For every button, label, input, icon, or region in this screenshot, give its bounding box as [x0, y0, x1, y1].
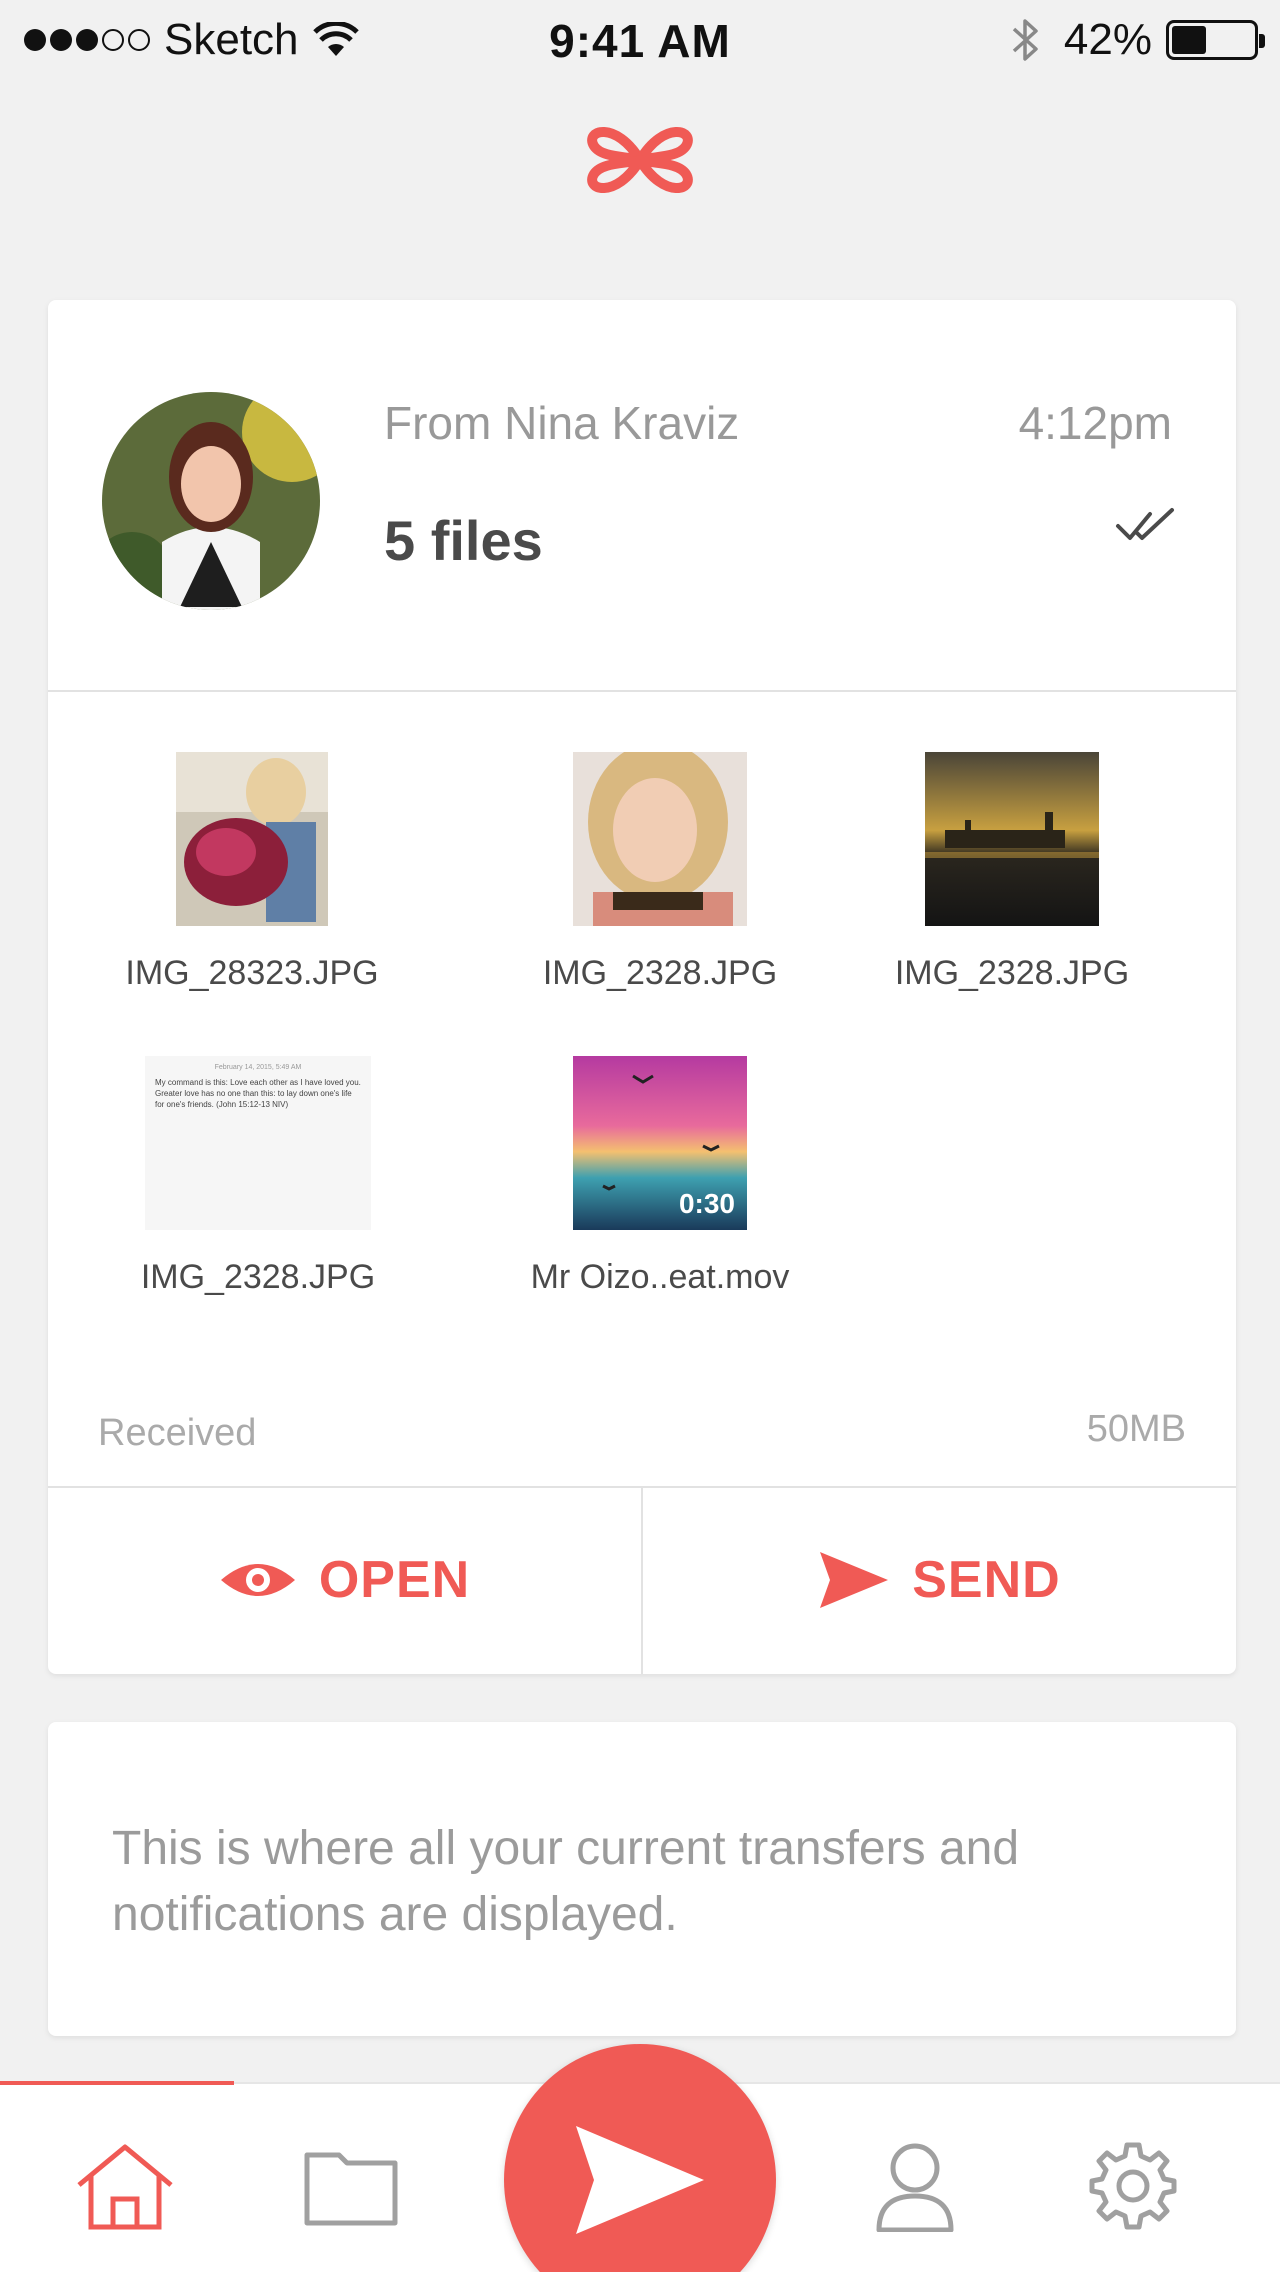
battery-level	[1172, 26, 1206, 54]
app-logo-icon	[587, 127, 693, 193]
info-message: This is where all your current transfers…	[112, 1822, 1020, 1941]
avatar	[102, 392, 320, 610]
file-count: 5 files	[384, 509, 543, 572]
file-name: IMG_2328.JPG	[542, 954, 778, 992]
bluetooth-icon	[1012, 19, 1038, 61]
file-item[interactable]: February 14, 2015, 5:49 AM My command is…	[88, 1056, 428, 1297]
status-right: 42%	[1010, 14, 1265, 66]
video-thumbnail: 0:30	[573, 1056, 747, 1230]
send-icon	[576, 2126, 704, 2234]
eye-icon	[220, 1564, 295, 1596]
transfer-time: 4:12pm	[1018, 397, 1172, 449]
app-screen: Sketch 9:41 AM 42% From Nina Kraviz 4:12…	[0, 0, 1280, 2272]
tab-profile[interactable]	[860, 2136, 970, 2236]
open-button[interactable]: OPEN	[48, 1486, 641, 1674]
send-button[interactable]: SEND	[641, 1486, 1236, 1674]
battery-percent: 42%	[1063, 15, 1152, 64]
home-icon	[77, 2144, 173, 2230]
tab-files[interactable]	[296, 2136, 406, 2236]
status-bar: Sketch 9:41 AM 42%	[0, 0, 1280, 80]
user-icon	[876, 2143, 954, 2232]
file-name: IMG_28323.JPG	[125, 954, 379, 992]
open-label: OPEN	[318, 1551, 471, 1609]
info-card: This is where all your current transfers…	[48, 1722, 1236, 2036]
gear-icon	[1089, 2142, 1177, 2230]
file-thumbnail	[925, 752, 1099, 926]
tab-home[interactable]	[70, 2136, 180, 2236]
transfer-actions: OPEN SEND	[48, 1486, 1236, 1674]
send-icon	[820, 1552, 889, 1608]
file-item[interactable]: IMG_2328.JPG	[842, 752, 1182, 993]
file-thumbnail	[176, 752, 328, 926]
header-divider	[48, 690, 1236, 692]
transfer-size: 50MB	[1086, 1408, 1186, 1450]
file-item[interactable]: 0:30 Mr Oizo..eat.mov	[490, 1056, 830, 1297]
transfer-status: Received	[98, 1412, 257, 1454]
doc-preview-date: February 14, 2015, 5:49 AM	[214, 1064, 302, 1071]
file-name: Mr Oizo..eat.mov	[530, 1258, 790, 1296]
file-item[interactable]: IMG_2328.JPG	[490, 752, 830, 993]
file-name: IMG_2328.JPG	[894, 954, 1130, 992]
doc-preview-text: My command is this: Love each other as I…	[155, 1078, 361, 1109]
send-label: SEND	[912, 1551, 1061, 1609]
file-item[interactable]: IMG_28323.JPG	[82, 752, 422, 993]
new-transfer-button[interactable]	[504, 2044, 776, 2272]
battery-icon	[1166, 20, 1265, 60]
sender-name: From Nina Kraviz	[384, 397, 740, 449]
tab-settings[interactable]	[1078, 2136, 1188, 2236]
document-thumbnail: February 14, 2015, 5:49 AM My command is…	[145, 1056, 371, 1230]
transfer-card[interactable]: From Nina Kraviz 4:12pm 5 files IMG_2832…	[48, 300, 1236, 1674]
file-thumbnail	[573, 752, 747, 926]
active-tab-indicator	[0, 2081, 234, 2085]
video-duration: 0:30	[678, 1188, 735, 1219]
double-check-icon	[1116, 508, 1174, 540]
file-name: IMG_2328.JPG	[140, 1258, 376, 1296]
folder-icon	[304, 2152, 398, 2226]
